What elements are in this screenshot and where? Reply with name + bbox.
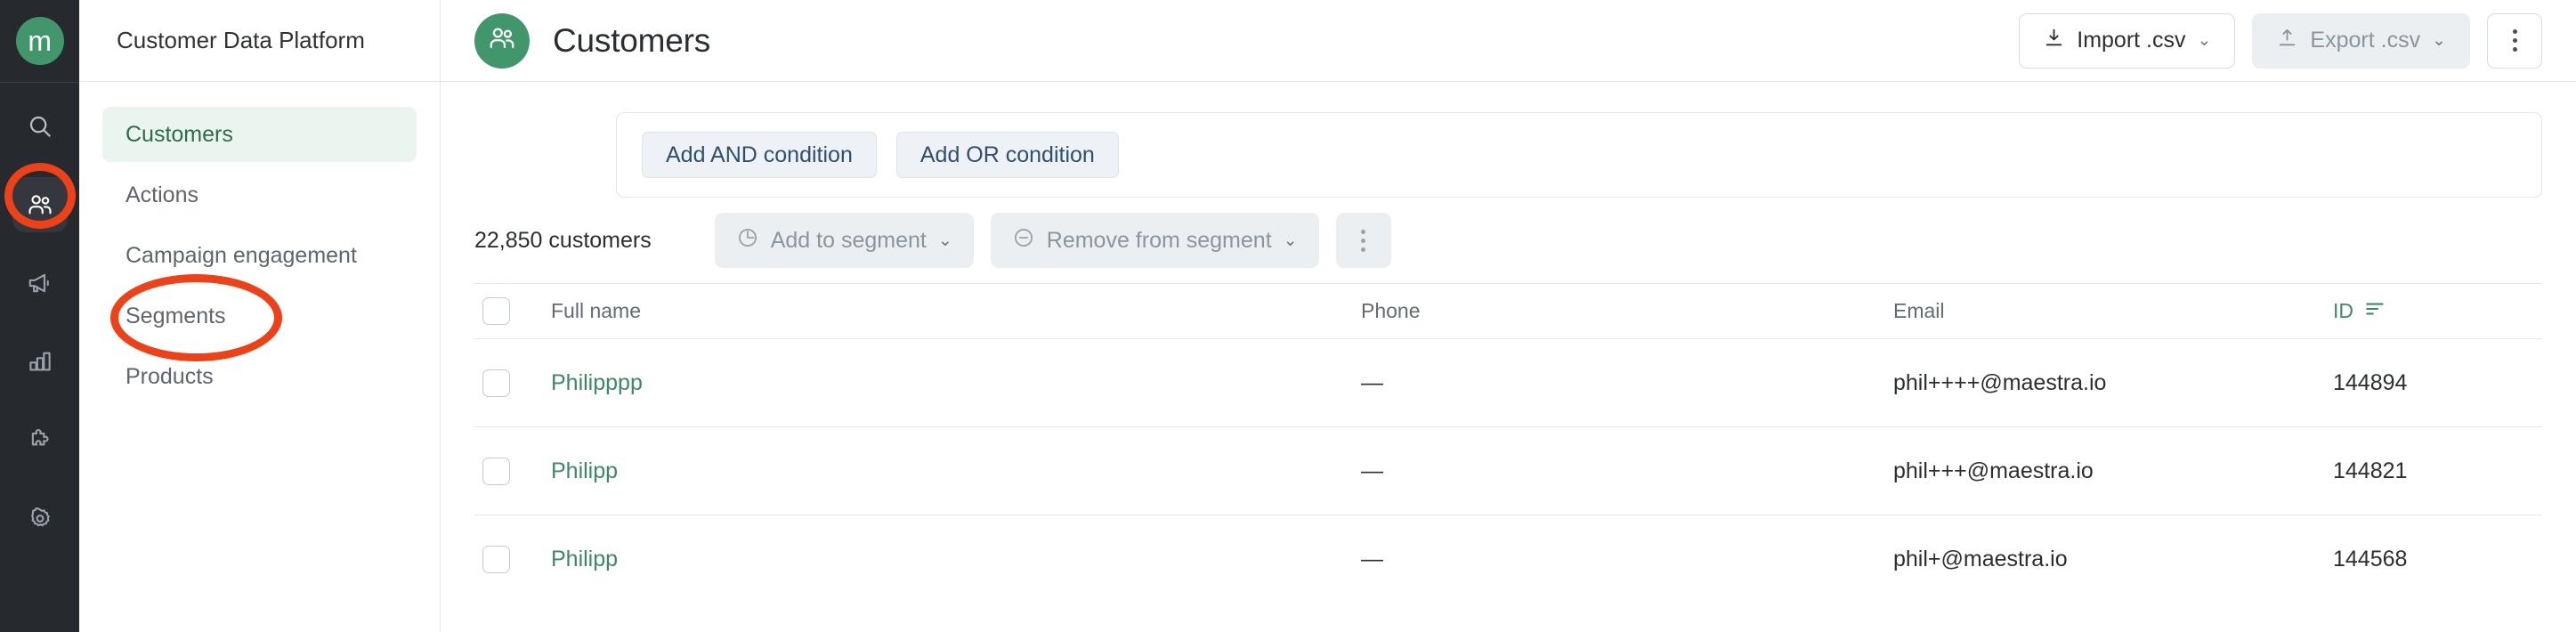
column-header-id-label: ID: [2333, 299, 2353, 322]
toolbar-more-menu-button[interactable]: [1335, 213, 1391, 268]
rail-item-integrations[interactable]: [12, 412, 68, 467]
sidebar-header: Customer Data Platform: [79, 0, 440, 82]
import-csv-button[interactable]: Import .csv ⌄: [2019, 12, 2236, 69]
export-csv-button[interactable]: Export .csv ⌄: [2252, 12, 2470, 69]
table-header-row: Full name Phone Email ID: [474, 283, 2542, 338]
sidebar-item-label: Actions: [126, 182, 198, 207]
sidebar-item-actions[interactable]: Actions: [102, 167, 417, 223]
kebab-menu-icon: [2512, 29, 2517, 52]
add-or-condition-button[interactable]: Add OR condition: [895, 132, 1119, 178]
export-csv-label: Export .csv: [2310, 28, 2421, 53]
sidebar-item-label: Campaign engagement: [126, 242, 357, 268]
add-and-condition-button[interactable]: Add AND condition: [642, 132, 877, 178]
customer-count-label: 22,850 customers: [474, 227, 652, 253]
add-to-segment-label: Add to segment: [770, 227, 927, 253]
pie-clock-icon: [736, 226, 759, 255]
cell-id: 144568: [2333, 546, 2408, 571]
table-toolbar: 22,850 customers Add to segment ⌄ Remove…: [441, 198, 2576, 283]
column-header-email[interactable]: Email: [1893, 299, 2333, 323]
upload-icon: [2276, 27, 2298, 55]
row-checkbox[interactable]: [482, 457, 510, 485]
cell-full-name[interactable]: Philipppp: [551, 370, 1361, 396]
select-all-checkbox[interactable]: [482, 297, 510, 325]
sidebar: Customer Data Platform Customers Actions…: [79, 0, 441, 632]
sidebar-item-products[interactable]: Products: [102, 349, 417, 404]
cell-phone: —: [1361, 546, 1383, 571]
table-row[interactable]: Philipp — phil+@maestra.io 144568: [474, 515, 2542, 603]
bar-chart-icon: [27, 348, 53, 375]
add-or-condition-label: Add OR condition: [919, 142, 1095, 167]
gear-icon: [27, 505, 53, 531]
page-avatar: [474, 12, 530, 69]
chevron-down-icon: ⌄: [2432, 31, 2446, 50]
download-icon: [2043, 27, 2065, 55]
table-row[interactable]: Philipp — phil+++@maestra.io 144821: [474, 426, 2542, 515]
minus-circle-icon: [1012, 226, 1035, 255]
row-checkbox-cell[interactable]: [474, 369, 551, 397]
customers-icon: [27, 191, 53, 218]
table-row[interactable]: Philipppp — phil++++@maestra.io 144894: [474, 338, 2542, 426]
page-more-menu-button[interactable]: [2487, 12, 2542, 69]
cell-id: 144894: [2333, 369, 2408, 395]
rail-item-customers[interactable]: [12, 177, 68, 232]
cell-email: phil+@maestra.io: [1893, 546, 2068, 571]
icon-rail: m: [0, 0, 79, 632]
customers-table: Full name Phone Email ID Philipppp — phi…: [441, 283, 2576, 603]
rail-item-settings[interactable]: [12, 490, 68, 546]
sidebar-item-label: Customers: [126, 121, 233, 147]
page-title: Customers: [553, 21, 711, 59]
app-logo-letter: m: [15, 17, 64, 65]
app-logo[interactable]: m: [0, 0, 79, 82]
sidebar-item-label: Segments: [126, 303, 226, 328]
rail-item-campaigns[interactable]: [12, 255, 68, 311]
cell-full-name[interactable]: Philipp: [551, 547, 1361, 572]
chevron-down-icon: ⌄: [937, 231, 952, 250]
cell-phone: —: [1361, 458, 1383, 483]
search-icon: [27, 113, 53, 140]
sidebar-item-customers[interactable]: Customers: [102, 107, 417, 162]
add-to-segment-button[interactable]: Add to segment ⌄: [714, 213, 974, 268]
sort-descending-icon: [2364, 299, 2387, 323]
column-header-full-name[interactable]: Full name: [551, 299, 1361, 323]
cell-id: 144821: [2333, 458, 2408, 483]
app-root: m Customer Data Platform Customers Actio…: [0, 0, 2576, 632]
cell-email: phil++++@maestra.io: [1893, 369, 2107, 395]
megaphone-icon: [27, 270, 53, 296]
sidebar-item-campaign-engagement[interactable]: Campaign engagement: [102, 228, 417, 283]
cell-email: phil+++@maestra.io: [1893, 458, 2094, 483]
row-checkbox[interactable]: [482, 369, 510, 397]
cell-full-name[interactable]: Philipp: [551, 458, 1361, 484]
sidebar-item-segments[interactable]: Segments: [102, 288, 417, 344]
row-checkbox-cell[interactable]: [474, 457, 551, 485]
remove-from-segment-label: Remove from segment: [1046, 227, 1272, 253]
puzzle-icon: [27, 426, 53, 453]
row-checkbox-cell[interactable]: [474, 545, 551, 573]
chevron-down-icon: ⌄: [2197, 31, 2212, 50]
kebab-menu-icon: [1361, 229, 1366, 252]
rail-item-search[interactable]: [12, 99, 68, 154]
cell-phone: —: [1361, 369, 1383, 395]
sidebar-nav: Customers Actions Campaign engagement Se…: [79, 82, 440, 409]
page-header-actions: Import .csv ⌄ Export .csv ⌄: [2019, 12, 2542, 69]
customers-icon: [488, 24, 516, 57]
main-content: Customers Import .csv ⌄ Export .csv ⌄ Ad…: [441, 0, 2576, 632]
add-and-condition-label: Add AND condition: [666, 142, 853, 167]
rail-icon-list: [12, 83, 68, 569]
condition-box: Add AND condition Add OR condition: [616, 112, 2542, 198]
column-header-id[interactable]: ID: [2333, 299, 2542, 323]
rail-item-analytics[interactable]: [12, 334, 68, 389]
chevron-down-icon: ⌄: [1283, 231, 1298, 250]
sidebar-title: Customer Data Platform: [117, 27, 365, 53]
import-csv-label: Import .csv: [2077, 28, 2186, 53]
page-header: Customers Import .csv ⌄ Export .csv ⌄: [441, 0, 2576, 82]
sidebar-item-label: Products: [126, 363, 214, 389]
row-checkbox[interactable]: [482, 545, 510, 573]
select-all-checkbox-cell[interactable]: [474, 297, 551, 325]
filter-section: Add AND condition Add OR condition: [441, 82, 2576, 198]
column-header-phone[interactable]: Phone: [1361, 299, 1893, 323]
remove-from-segment-button[interactable]: Remove from segment ⌄: [990, 213, 1319, 268]
